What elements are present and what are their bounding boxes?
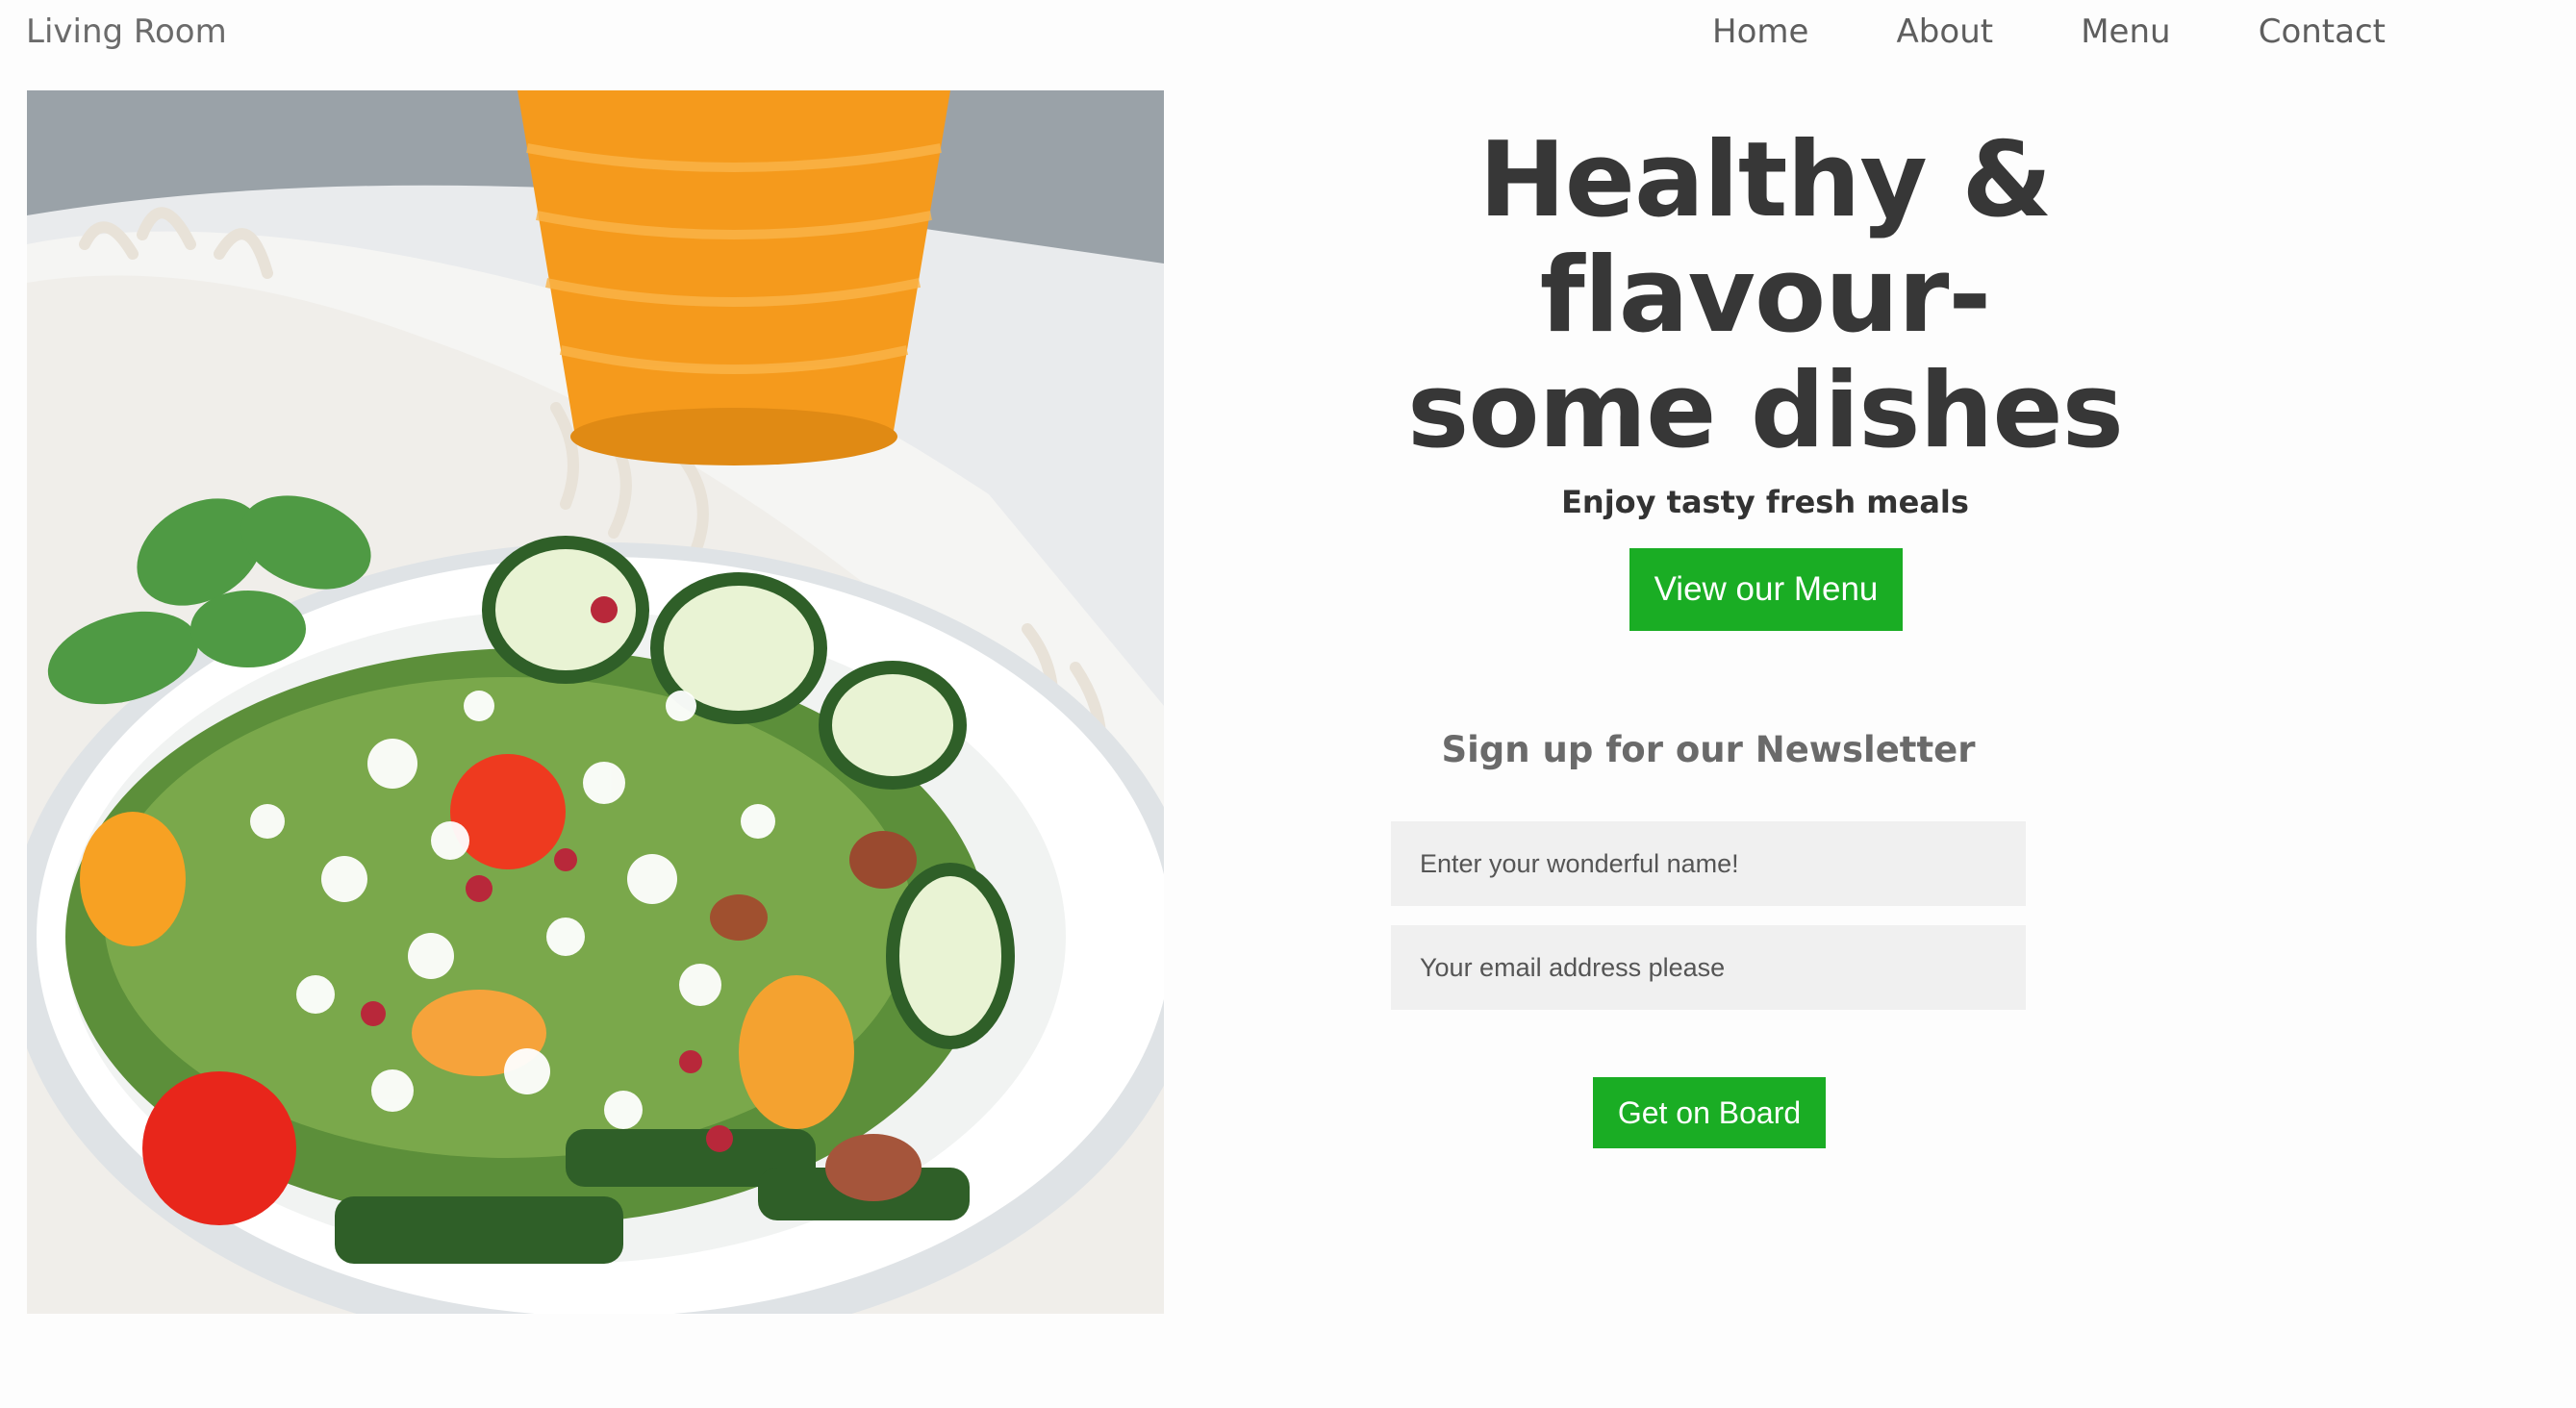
hero-title-line-3: some dishes — [1407, 351, 2124, 471]
nav-contact-link[interactable]: Contact — [2259, 10, 2386, 54]
site-brand[interactable]: Living Room — [26, 10, 227, 54]
nav-home-link[interactable]: Home — [1712, 10, 1808, 54]
hero-title-line-1: Healthy & — [1478, 120, 2052, 240]
hero-title: Healthy & flavour- some dishes — [1395, 123, 2135, 469]
hero-salad-image — [27, 90, 1164, 1314]
get-on-board-button[interactable]: Get on Board — [1593, 1077, 1826, 1148]
main-nav: Home About Menu Contact — [1712, 10, 2386, 54]
name-input[interactable] — [1391, 821, 2026, 906]
hero-title-line-2: flavour- — [1539, 236, 1991, 356]
nav-menu-link[interactable]: Menu — [2081, 10, 2170, 54]
newsletter-title: Sign up for our Newsletter — [1441, 729, 1976, 770]
view-menu-button[interactable]: View our Menu — [1629, 548, 1903, 631]
hero-subtitle: Enjoy tasty fresh meals — [1561, 484, 1969, 520]
email-input[interactable] — [1391, 925, 2026, 1010]
nav-about-link[interactable]: About — [1897, 10, 1994, 54]
page: Living Room Home About Menu Contact Heal… — [0, 0, 2576, 1408]
